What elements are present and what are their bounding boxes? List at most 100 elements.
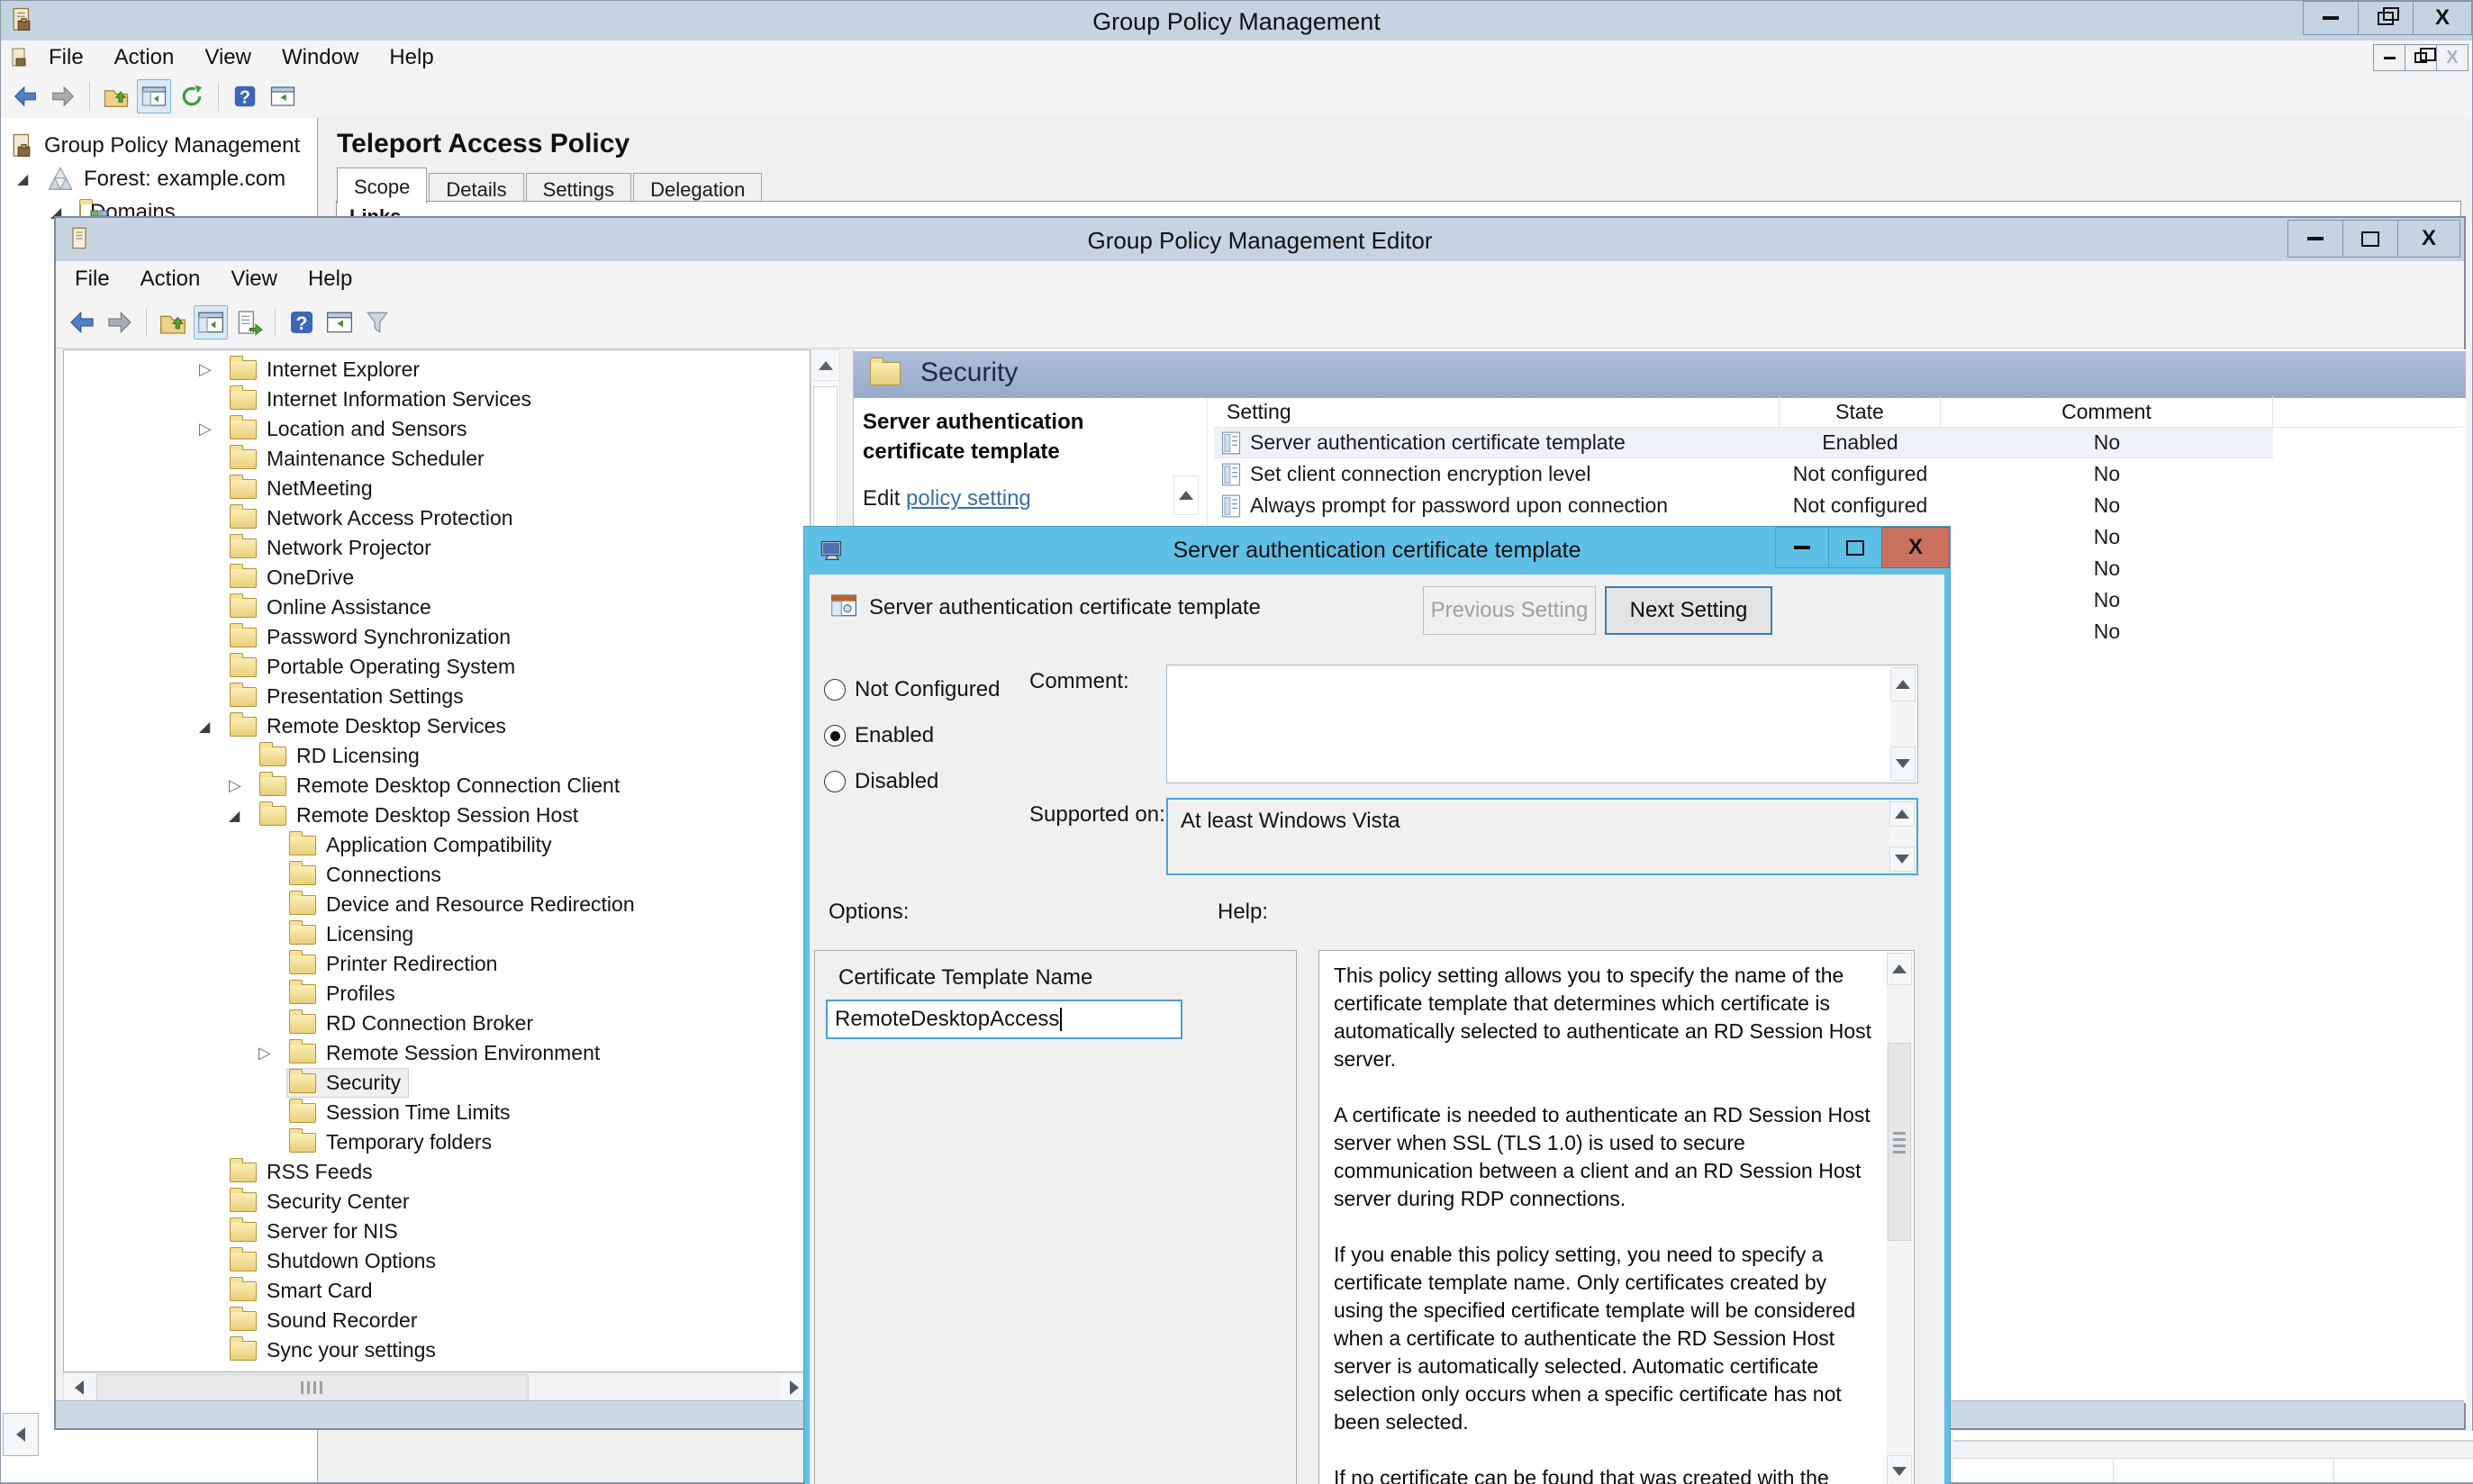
scroll-thumb[interactable] bbox=[1888, 1043, 1911, 1241]
certificate-template-name-input[interactable]: RemoteDesktopAccess bbox=[826, 1000, 1182, 1039]
export-list-button[interactable] bbox=[231, 305, 266, 339]
expander-icon[interactable] bbox=[229, 806, 258, 825]
gpm-titlebar[interactable]: Group Policy Management X bbox=[1, 1, 2472, 41]
radio-option[interactable]: Disabled bbox=[824, 766, 1000, 797]
tree-item[interactable]: Network Projector bbox=[64, 533, 810, 563]
console-tree-button[interactable] bbox=[194, 305, 228, 339]
gpme-tree-hscrollbar[interactable] bbox=[63, 1372, 811, 1403]
gpme-titlebar[interactable]: Group Policy Management Editor X bbox=[56, 218, 2464, 262]
close-button[interactable]: X bbox=[2397, 220, 2460, 258]
tree-item[interactable]: Remote Desktop Session Host bbox=[64, 801, 810, 830]
mdi-close-button[interactable]: X bbox=[2436, 44, 2468, 71]
tree-item[interactable]: Internet Explorer bbox=[64, 355, 810, 385]
expander-icon[interactable] bbox=[229, 776, 258, 795]
menu-item[interactable]: Help bbox=[374, 45, 448, 70]
comment-scrollbar[interactable] bbox=[1890, 667, 1916, 781]
tree-item[interactable]: Portable Operating System bbox=[64, 652, 810, 682]
column-header-state[interactable]: State bbox=[1780, 396, 1941, 427]
refresh-button[interactable] bbox=[175, 79, 209, 113]
tree-item-forest[interactable]: Forest: example.com bbox=[1, 162, 317, 195]
maximize-button[interactable] bbox=[1828, 527, 1882, 568]
expander-icon[interactable] bbox=[258, 1044, 287, 1063]
forward-button[interactable] bbox=[46, 79, 80, 113]
scroll-down-button[interactable] bbox=[1887, 1455, 1912, 1484]
tree-item[interactable]: OneDrive bbox=[64, 563, 810, 593]
close-button[interactable]: X bbox=[1881, 527, 1950, 568]
radio-icon[interactable] bbox=[824, 771, 846, 792]
menu-item[interactable]: Action bbox=[99, 45, 190, 70]
scroll-up-button[interactable] bbox=[1887, 953, 1912, 985]
tree-item[interactable]: Server for NIS bbox=[64, 1217, 810, 1246]
tree-item[interactable]: Temporary folders bbox=[64, 1127, 810, 1157]
edit-policy-setting-link[interactable]: policy setting bbox=[906, 486, 1031, 511]
next-setting-button[interactable]: Next Setting bbox=[1605, 586, 1772, 635]
menu-item[interactable]: Action bbox=[125, 267, 216, 292]
setting-row[interactable]: Set client connection encryption level N… bbox=[1214, 458, 2273, 490]
menu-item[interactable]: Help bbox=[293, 267, 367, 292]
tree-item[interactable]: Online Assistance bbox=[64, 593, 810, 622]
tree-item[interactable]: Sound Recorder bbox=[64, 1306, 810, 1335]
help-button[interactable]: ? bbox=[228, 79, 262, 113]
tree-item[interactable]: RD Connection Broker bbox=[64, 1009, 810, 1038]
tree-item[interactable]: NetMeeting bbox=[64, 474, 810, 503]
comment-textarea[interactable] bbox=[1166, 665, 1918, 783]
scroll-up-button[interactable] bbox=[1890, 667, 1916, 701]
forward-button[interactable] bbox=[103, 305, 137, 339]
tree-item[interactable]: Profiles bbox=[64, 979, 810, 1009]
scroll-left-button[interactable] bbox=[64, 1373, 95, 1402]
column-header-setting[interactable]: Setting bbox=[1214, 396, 1780, 427]
tree-item[interactable]: Licensing bbox=[64, 919, 810, 949]
up-one-level-button[interactable] bbox=[99, 79, 133, 113]
setting-row[interactable]: Always prompt for password upon connecti… bbox=[1214, 490, 2273, 521]
tree-item[interactable]: Connections bbox=[64, 860, 810, 890]
tree-item[interactable]: Remote Session Environment bbox=[64, 1038, 810, 1068]
tree-item[interactable]: Shutdown Options bbox=[64, 1246, 810, 1276]
gpm-scroll-left-button[interactable] bbox=[3, 1413, 39, 1456]
radio-option[interactable]: Not Configured bbox=[824, 674, 1000, 705]
tree-item[interactable]: Maintenance Scheduler bbox=[64, 444, 810, 474]
mdi-restore-button[interactable] bbox=[2405, 44, 2437, 71]
expander-icon[interactable] bbox=[199, 420, 228, 439]
filter-button[interactable] bbox=[360, 305, 394, 339]
radio-icon[interactable] bbox=[824, 679, 846, 701]
radio-option[interactable]: Enabled bbox=[824, 720, 1000, 751]
menu-item[interactable]: View bbox=[215, 267, 293, 292]
tree-item[interactable]: Remote Desktop Connection Client bbox=[64, 771, 810, 801]
back-button[interactable] bbox=[65, 305, 99, 339]
scroll-thumb[interactable] bbox=[96, 1374, 529, 1401]
expander-icon[interactable] bbox=[199, 717, 228, 736]
minimize-button[interactable] bbox=[1775, 527, 1829, 568]
tree-item[interactable]: Security bbox=[64, 1068, 810, 1098]
menu-item[interactable]: View bbox=[189, 45, 267, 70]
menu-item[interactable]: Window bbox=[267, 45, 374, 70]
close-button[interactable]: X bbox=[2413, 1, 2472, 35]
tree-item[interactable]: RSS Feeds bbox=[64, 1157, 810, 1187]
show-window-button[interactable] bbox=[322, 305, 357, 339]
setting-row[interactable]: Server authentication certificate templa… bbox=[1214, 427, 2273, 458]
tree-item[interactable]: RD Licensing bbox=[64, 741, 810, 771]
menu-item[interactable]: File bbox=[33, 45, 99, 70]
tab[interactable]: Scope bbox=[337, 167, 427, 204]
tree-item-gpm-root[interactable]: Group Policy Management bbox=[1, 129, 317, 162]
description-scroll-up-button[interactable] bbox=[1173, 475, 1199, 515]
tree-item[interactable]: Remote Desktop Services bbox=[64, 711, 810, 741]
back-button[interactable] bbox=[8, 79, 42, 113]
tree-item[interactable]: Printer Redirection bbox=[64, 949, 810, 979]
supported-on-box[interactable]: At least Windows Vista bbox=[1166, 798, 1918, 875]
mdi-minimize-button[interactable] bbox=[2373, 44, 2405, 71]
help-button[interactable]: ? bbox=[285, 305, 319, 339]
maximize-button[interactable] bbox=[2342, 220, 2398, 258]
tree-item[interactable]: Internet Information Services bbox=[64, 385, 810, 414]
previous-setting-button[interactable]: Previous Setting bbox=[1423, 586, 1596, 635]
expander-icon[interactable] bbox=[17, 169, 46, 188]
restore-button[interactable] bbox=[2358, 1, 2414, 35]
tree-item[interactable]: Password Synchronization bbox=[64, 622, 810, 652]
help-box[interactable]: This policy setting allows you to specif… bbox=[1318, 950, 1915, 1484]
tree-item[interactable]: Sync your settings bbox=[64, 1335, 810, 1365]
tree-item[interactable]: Smart Card bbox=[64, 1276, 810, 1306]
radio-icon[interactable] bbox=[824, 725, 846, 747]
tree-item[interactable]: Security Center bbox=[64, 1187, 810, 1217]
tree-item[interactable]: Presentation Settings bbox=[64, 682, 810, 711]
expander-icon[interactable] bbox=[199, 360, 228, 379]
console-tree-button[interactable] bbox=[137, 79, 171, 113]
